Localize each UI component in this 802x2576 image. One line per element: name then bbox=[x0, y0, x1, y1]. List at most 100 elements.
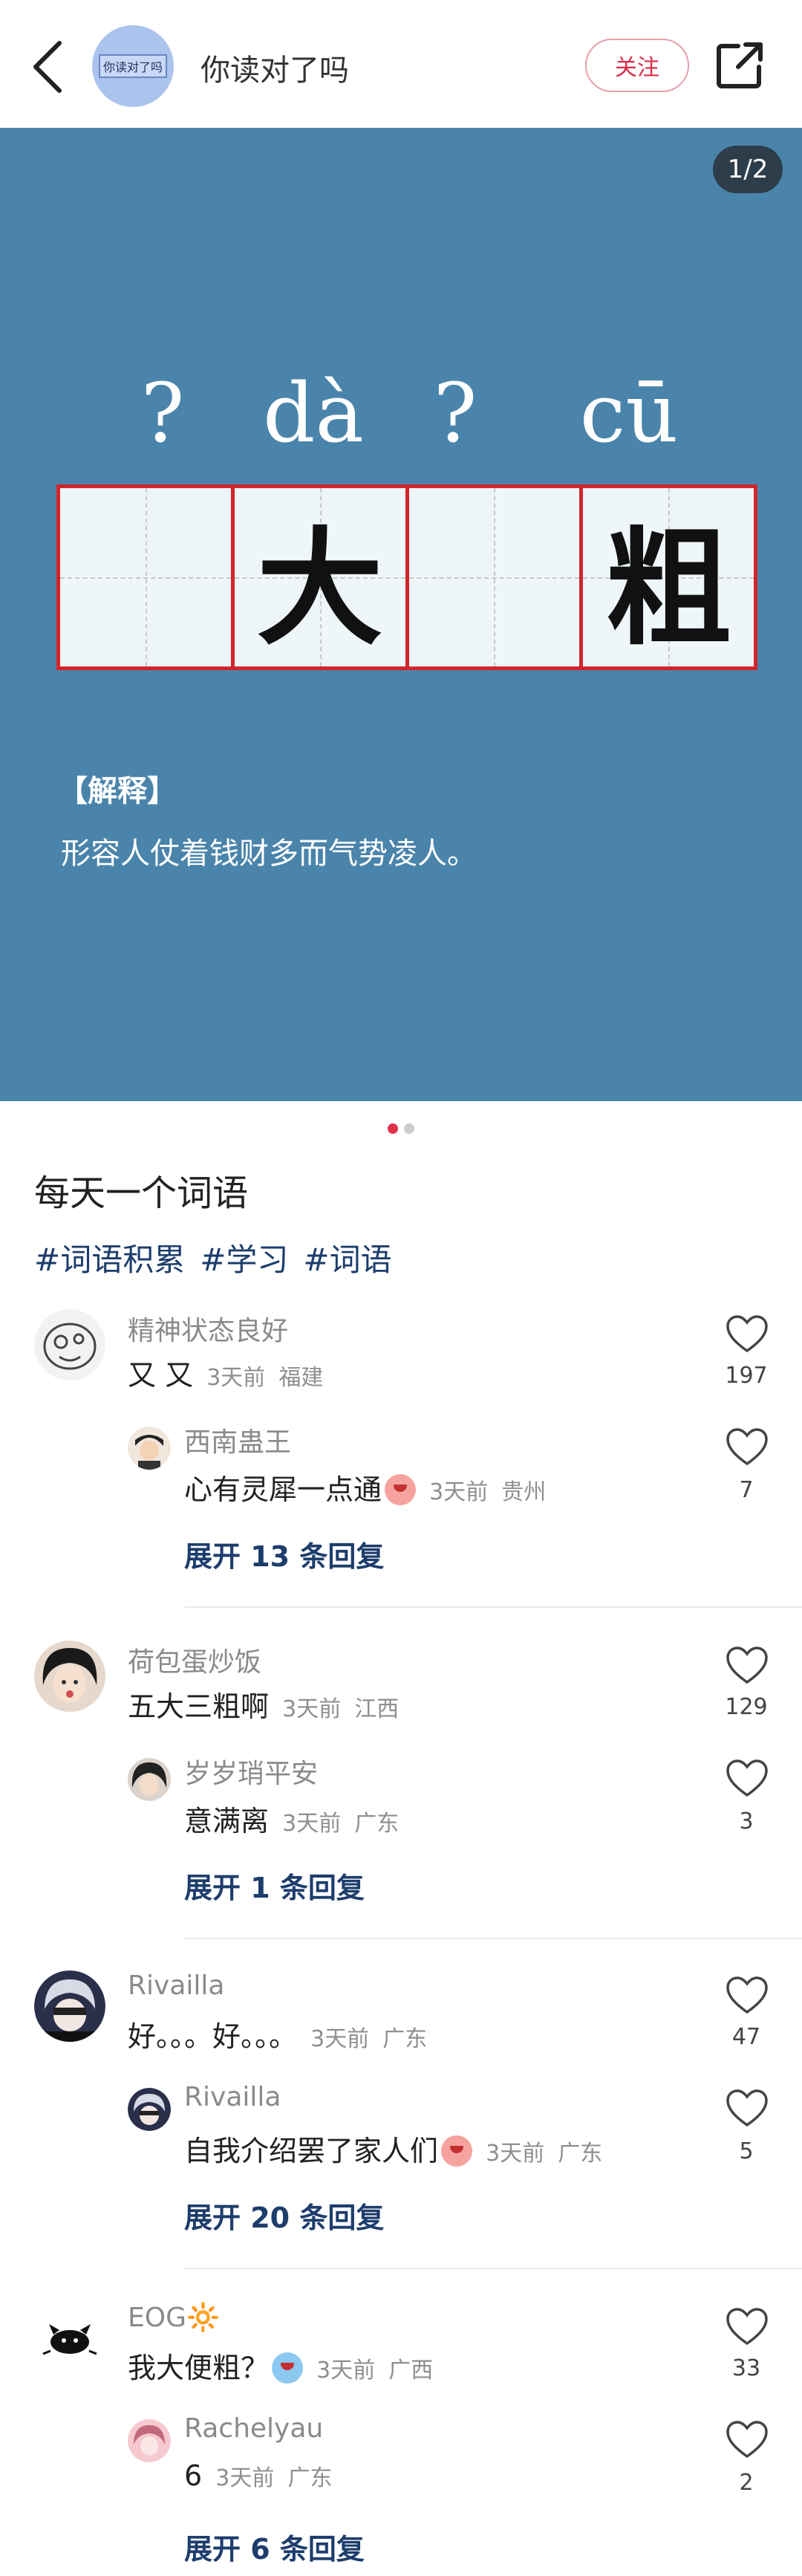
like-count: 5 bbox=[739, 2138, 754, 2164]
share-icon[interactable] bbox=[713, 39, 766, 92]
tag-list: #词语积累 #学习 #词语 bbox=[34, 1235, 392, 1280]
comment-username[interactable]: EOG🔆 bbox=[128, 2302, 220, 2333]
comment-location: 福建 bbox=[278, 1365, 324, 1391]
author-avatar-text: 你读对了吗 bbox=[98, 54, 167, 78]
tag-link[interactable]: #词语积累 bbox=[34, 1235, 185, 1280]
like-count: 2 bbox=[739, 2470, 754, 2496]
reply-username[interactable]: Rachelyau bbox=[184, 2413, 323, 2444]
user-avatar[interactable] bbox=[34, 1641, 105, 1712]
like-count: 7 bbox=[739, 1477, 754, 1503]
post-image[interactable]: 1/2 ? dà ? cū 大 粗 【解释】 形容人仗着钱财多而气势凌人。 bbox=[0, 128, 802, 1101]
reply-time: 3天前 bbox=[282, 1811, 342, 1837]
character-cell: 粗 bbox=[583, 488, 754, 666]
blushing-emoji-icon bbox=[385, 1474, 417, 1505]
reply-username[interactable]: 西南蛊王 bbox=[184, 1421, 291, 1459]
comment-username[interactable]: Rivailla bbox=[128, 1970, 224, 2001]
carousel-dots bbox=[0, 1123, 802, 1134]
like-heart-icon[interactable] bbox=[725, 1758, 769, 1798]
comment-username[interactable]: 荷包蛋炒饭 bbox=[128, 1641, 261, 1679]
crying-emoji-icon bbox=[272, 2352, 304, 2384]
comment-text: 好。。。好。。。 bbox=[128, 2020, 298, 2053]
like-heart-icon[interactable] bbox=[725, 1645, 769, 1685]
reply-avatar[interactable] bbox=[128, 2088, 171, 2131]
comment-text-row[interactable]: 五大三粗啊 3天前 江西 bbox=[128, 1684, 399, 1725]
comment-time: 3天前 bbox=[316, 2358, 376, 2384]
like-count: 33 bbox=[731, 2355, 761, 2381]
blushing-emoji-icon bbox=[441, 2135, 473, 2167]
comment-text: 又 又 bbox=[128, 1359, 194, 1392]
comment-location: 广西 bbox=[388, 2358, 434, 2384]
user-avatar[interactable] bbox=[34, 2302, 105, 2373]
comment-location: 江西 bbox=[354, 1696, 400, 1722]
like-count: 3 bbox=[739, 1808, 754, 1834]
expand-replies-button[interactable]: 展开 6 条回复 bbox=[184, 2526, 365, 2567]
expand-replies-button[interactable]: 展开 20 条回复 bbox=[184, 2195, 384, 2236]
character-cell bbox=[60, 488, 235, 666]
reply-text-row[interactable]: 自我介绍罢了家人们 3天前 广东 bbox=[184, 2128, 602, 2169]
character-cell bbox=[408, 488, 584, 666]
pinyin-1: ? bbox=[140, 366, 185, 461]
reply-location: 贵州 bbox=[501, 1479, 547, 1505]
carousel-dot-active[interactable] bbox=[388, 1123, 398, 1134]
reply-text-row[interactable]: 意满离 3天前 广东 bbox=[184, 1798, 399, 1839]
divider bbox=[184, 1938, 802, 1939]
reply-location: 广东 bbox=[558, 2141, 603, 2167]
top-bar: 你读对了吗 你读对了吗 关注 bbox=[0, 0, 802, 128]
user-avatar[interactable] bbox=[34, 1970, 105, 2042]
expand-replies-button[interactable]: 展开 1 条回复 bbox=[184, 1865, 365, 1906]
like-heart-icon[interactable] bbox=[725, 2088, 769, 2128]
user-avatar[interactable] bbox=[34, 1309, 105, 1381]
comment-text: 我大便粗？ bbox=[128, 2352, 270, 2384]
reply-time: 3天前 bbox=[215, 2465, 275, 2491]
post-title: 每天一个词语 bbox=[34, 1172, 249, 1214]
tag-link[interactable]: #词语 bbox=[303, 1235, 391, 1280]
reply-text: 自我介绍罢了家人们 bbox=[184, 2135, 439, 2167]
reply-avatar[interactable] bbox=[128, 1427, 171, 1470]
reply-avatar[interactable] bbox=[128, 1758, 171, 1801]
comment-text-row[interactable]: 又 又 3天前 福建 bbox=[128, 1352, 323, 1393]
reply-username[interactable]: 岁岁琑平安 bbox=[184, 1752, 318, 1791]
reply-text-row[interactable]: 6 3天前 广东 bbox=[184, 2459, 332, 2492]
author-avatar[interactable]: 你读对了吗 bbox=[92, 25, 174, 107]
reply-text: 6 bbox=[184, 2459, 203, 2492]
comment-text-row[interactable]: 我大便粗？ 3天前 广西 bbox=[128, 2345, 433, 2386]
pinyin-3: ? bbox=[433, 366, 477, 461]
like-heart-icon[interactable] bbox=[725, 1314, 769, 1354]
like-count: 47 bbox=[731, 2024, 761, 2050]
like-heart-icon[interactable] bbox=[725, 2306, 769, 2346]
character-4: 粗 bbox=[605, 516, 732, 663]
like-heart-icon[interactable] bbox=[725, 2419, 769, 2459]
reply-location: 广东 bbox=[354, 1811, 400, 1837]
pinyin-4: cū bbox=[579, 366, 679, 461]
comment-text: 五大三粗啊 bbox=[128, 1690, 270, 1723]
reply-avatar[interactable] bbox=[128, 2419, 171, 2462]
expand-replies-button[interactable]: 展开 13 条回复 bbox=[184, 1534, 384, 1574]
divider bbox=[184, 2268, 802, 2269]
follow-button[interactable]: 关注 bbox=[585, 39, 689, 92]
reply-text: 意满离 bbox=[184, 1805, 270, 1837]
character-2: 大 bbox=[256, 516, 383, 663]
back-arrow-icon[interactable] bbox=[27, 37, 71, 97]
character-grid: 大 粗 bbox=[56, 484, 757, 670]
carousel-dot[interactable] bbox=[404, 1123, 414, 1134]
comment-text-row[interactable]: 好。。。好。。。 3天前 广东 bbox=[128, 2014, 427, 2054]
reply-text: 心有灵犀一点通 bbox=[184, 1473, 382, 1506]
reply-username[interactable]: Rivailla bbox=[184, 2082, 281, 2112]
like-heart-icon[interactable] bbox=[725, 1975, 769, 2015]
tag-link[interactable]: #学习 bbox=[200, 1235, 288, 1280]
explanation-text: 形容人仗着钱财多而气势凌人。 bbox=[61, 837, 477, 871]
reply-time: 3天前 bbox=[429, 1479, 489, 1505]
comment-time: 3天前 bbox=[282, 1696, 342, 1722]
image-page-indicator: 1/2 bbox=[713, 146, 783, 193]
author-name[interactable]: 你读对了吗 bbox=[200, 46, 349, 89]
like-heart-icon[interactable] bbox=[725, 1427, 769, 1467]
comment-time: 3天前 bbox=[206, 1365, 266, 1391]
like-count: 129 bbox=[725, 1694, 768, 1720]
reply-location: 广东 bbox=[287, 2465, 333, 2491]
divider bbox=[184, 1606, 802, 1608]
reply-text-row[interactable]: 心有灵犀一点通 3天前 贵州 bbox=[184, 1467, 546, 1508]
comment-username[interactable]: 精神状态良好 bbox=[128, 1309, 288, 1348]
comment-location: 广东 bbox=[382, 2026, 428, 2052]
comment-time: 3天前 bbox=[310, 2026, 370, 2052]
like-count: 197 bbox=[725, 1363, 768, 1389]
